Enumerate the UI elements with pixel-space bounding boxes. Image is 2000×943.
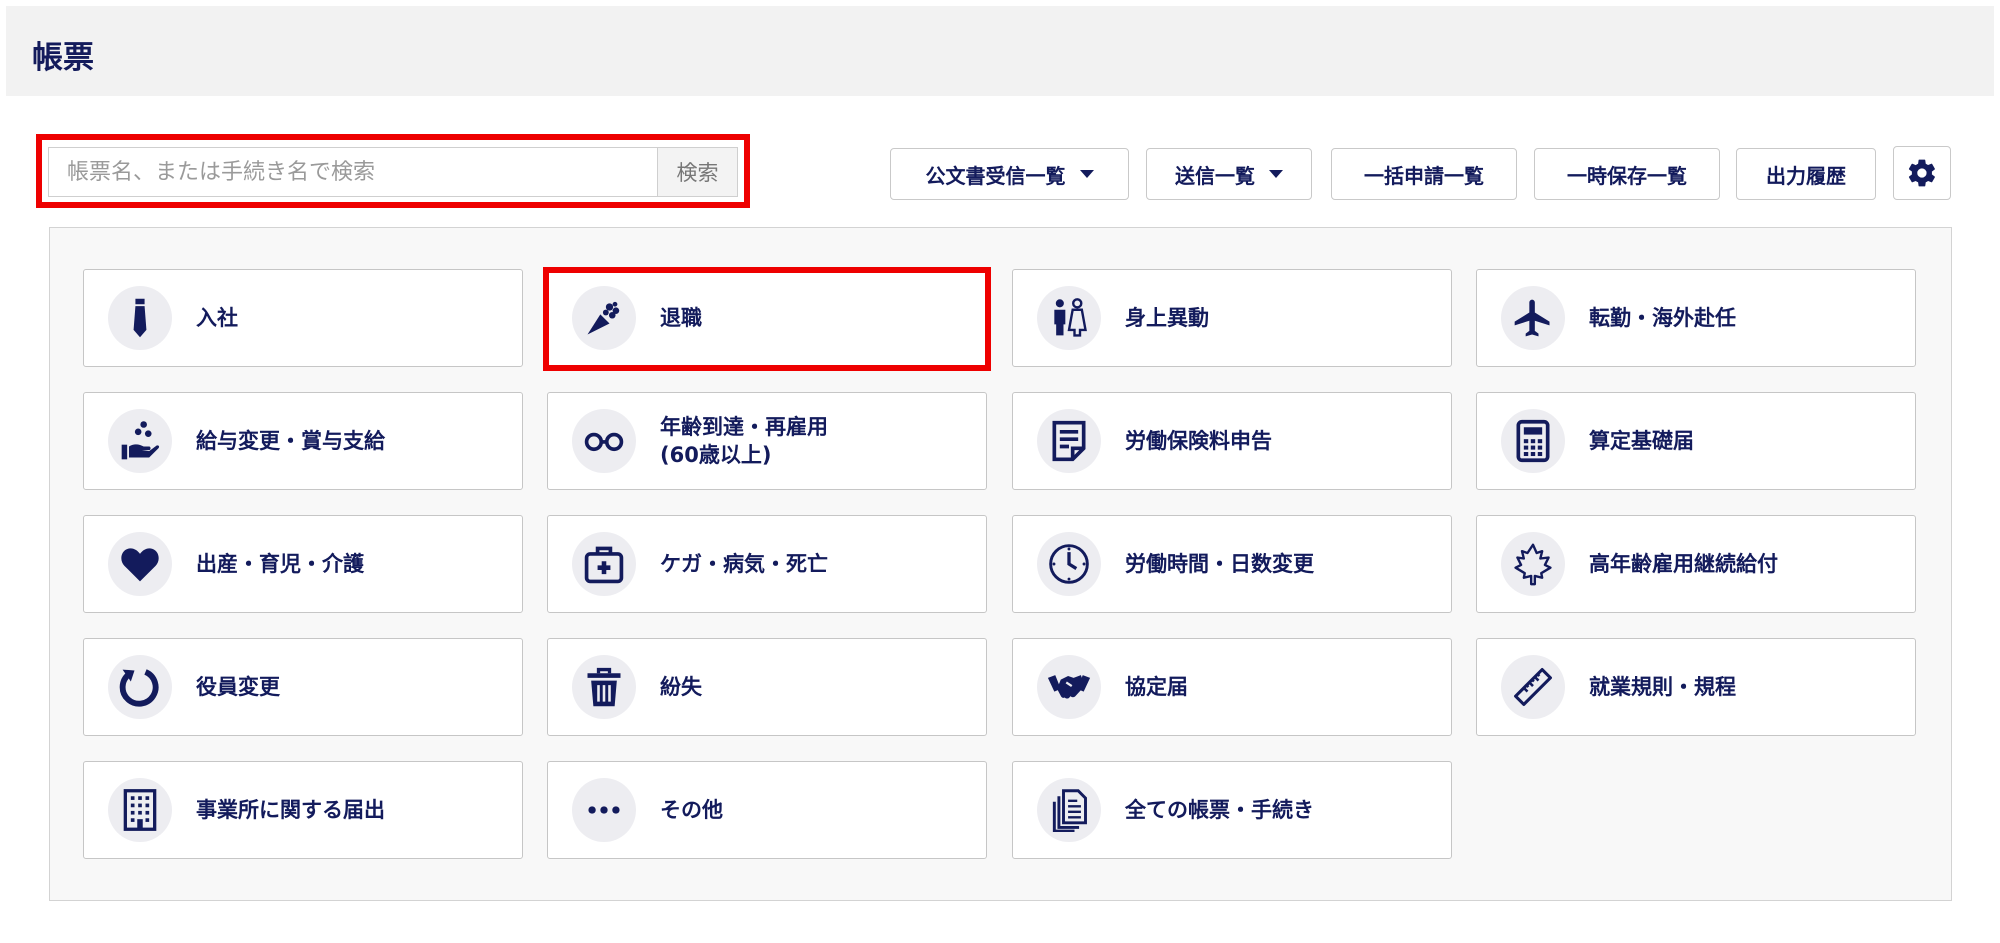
trash-icon (587, 667, 621, 707)
card-label: 労働時間・日数変更 (1125, 552, 1314, 576)
card-label: 転勤・海外赴任 (1589, 306, 1736, 330)
page-title: 帳票 (32, 40, 94, 76)
card-label-line2: (60歳以上) (660, 443, 772, 467)
output-history-button[interactable]: 出力履歴 (1736, 148, 1876, 200)
first-aid-kit-icon (584, 546, 624, 584)
card-senior-employment[interactable]: 高年齢雇用継続給付 (1476, 515, 1916, 613)
gear-icon (1908, 159, 1935, 187)
page-header: 帳票 (6, 6, 1994, 96)
card-label: 出産・育児・介護 (196, 552, 364, 576)
card-label: 役員変更 (196, 675, 280, 699)
bulk-list-button[interactable]: 一括申請一覧 (1331, 148, 1517, 200)
card-label-line1: 年齢到達・再雇用 (660, 415, 828, 439)
hand-coins-icon (121, 421, 160, 460)
card-label: 紛失 (660, 675, 702, 699)
card-working-hours[interactable]: 労働時間・日数変更 (1012, 515, 1452, 613)
draft-list-label: 一時保存一覧 (1567, 163, 1687, 188)
card-age-reemployment[interactable]: 年齢到達・再雇用 (60歳以上) (547, 392, 987, 490)
card-calculation[interactable]: 算定基礎届 (1476, 392, 1916, 490)
bulk-list-label: 一括申請一覧 (1364, 163, 1484, 188)
card-label: 年齢到達・再雇用 (60歳以上) (660, 413, 828, 469)
document-icon (1052, 420, 1086, 462)
card-label: 入社 (196, 306, 238, 330)
caret-down-icon (1079, 170, 1094, 178)
card-label: 高年齢雇用継続給付 (1589, 552, 1778, 576)
clock-icon (1049, 544, 1089, 584)
card-label: 給与変更・賞与支給 (196, 429, 385, 453)
refresh-icon (119, 669, 159, 707)
necktie-icon (133, 298, 147, 338)
card-transfer[interactable]: 転勤・海外赴任 (1476, 269, 1916, 367)
draft-list-button[interactable]: 一時保存一覧 (1534, 148, 1720, 200)
maple-leaf-icon (1514, 543, 1552, 586)
airplane-icon (1514, 299, 1550, 337)
card-joining[interactable]: 入社 (83, 269, 523, 367)
official-docs-dropdown[interactable]: 公文書受信一覧 (890, 148, 1129, 200)
heart-icon (121, 548, 159, 582)
card-label: 労働保険料申告 (1125, 429, 1272, 453)
caret-down-icon (1269, 170, 1283, 178)
building-icon (123, 789, 157, 831)
ruler-icon (1514, 668, 1552, 706)
card-label: 全ての帳票・手続き (1125, 798, 1314, 822)
card-label: 退職 (660, 306, 702, 330)
sent-list-dropdown[interactable]: 送信一覧 (1146, 148, 1312, 200)
card-all-forms[interactable]: 全ての帳票・手続き (1012, 761, 1452, 859)
card-retirement[interactable]: 退職 (547, 269, 987, 367)
card-label: その他 (660, 798, 723, 822)
card-label: 協定届 (1125, 675, 1188, 699)
card-salary-change[interactable]: 給与変更・賞与支給 (83, 392, 523, 490)
output-history-label: 出力履歴 (1766, 163, 1846, 188)
documents-icon (1052, 789, 1087, 832)
bouquet-icon (587, 301, 620, 335)
card-work-rules[interactable]: 就業規則・規程 (1476, 638, 1916, 736)
search-button[interactable]: 検索 (657, 148, 737, 196)
search-box: 検索 (48, 147, 738, 197)
card-lost[interactable]: 紛失 (547, 638, 987, 736)
card-personal-change[interactable]: 身上異動 (1012, 269, 1452, 367)
card-label: 算定基礎届 (1589, 429, 1694, 453)
official-docs-label: 公文書受信一覧 (925, 163, 1066, 188)
couple-icon (1054, 298, 1087, 337)
card-injury-illness[interactable]: ケガ・病気・死亡 (547, 515, 987, 613)
card-label: 事業所に関する届出 (196, 798, 385, 822)
card-other[interactable]: その他 (547, 761, 987, 859)
card-childcare[interactable]: 出産・育児・介護 (83, 515, 523, 613)
calculator-icon (1516, 419, 1550, 463)
card-office-notification[interactable]: 事業所に関する届出 (83, 761, 523, 859)
more-icon (588, 806, 620, 814)
card-label: ケガ・病気・死亡 (660, 552, 828, 576)
card-label: 就業規則・規程 (1589, 675, 1736, 699)
card-agreement[interactable]: 協定届 (1012, 638, 1452, 736)
settings-button[interactable] (1893, 146, 1951, 200)
glasses-icon (584, 432, 624, 452)
card-labor-insurance[interactable]: 労働保険料申告 (1012, 392, 1452, 490)
card-officer-change[interactable]: 役員変更 (83, 638, 523, 736)
card-label: 身上異動 (1125, 306, 1209, 330)
handshake-icon (1047, 675, 1091, 699)
search-input[interactable] (49, 148, 657, 196)
sent-list-label: 送信一覧 (1175, 163, 1255, 188)
